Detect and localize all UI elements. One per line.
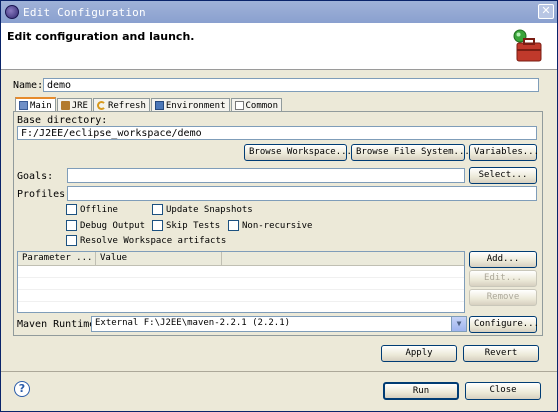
tab-refresh[interactable]: Refresh: [92, 98, 150, 112]
tab-main-label: Main: [30, 100, 52, 111]
environment-tab-icon: [154, 101, 164, 110]
variables-button[interactable]: Variables...: [469, 144, 539, 161]
skip-tests-checkbox-box[interactable]: [152, 220, 163, 231]
resolve-workspace-checkbox-box[interactable]: [66, 235, 77, 246]
offline-checkbox[interactable]: Offline: [66, 204, 118, 215]
resolve-workspace-checkbox[interactable]: Resolve Workspace artifacts: [66, 235, 226, 246]
update-snapshots-label: Update Snapshots: [166, 204, 253, 215]
browse-workspace-button[interactable]: Browse Workspace...: [244, 144, 352, 161]
tab-jre[interactable]: JRE: [56, 98, 92, 112]
edit-parameter-button[interactable]: Edit...: [469, 270, 537, 287]
refresh-tab-icon: [96, 101, 106, 110]
profiles-input[interactable]: [67, 186, 537, 201]
tab-main[interactable]: Main: [15, 97, 56, 112]
table-row[interactable]: [18, 266, 464, 278]
add-parameter-button[interactable]: Add...: [469, 251, 537, 268]
empty-column-header: [222, 252, 464, 265]
jre-tab-icon: [60, 101, 70, 110]
value-column-header[interactable]: Value: [96, 252, 222, 265]
maven-runtime-value: External F:\J2EE\maven-2.2.1 (2.2.1): [95, 318, 291, 328]
revert-button[interactable]: Revert: [463, 345, 539, 362]
non-recursive-checkbox-box[interactable]: [228, 220, 239, 231]
base-directory-label: Base directory:: [17, 115, 108, 126]
debug-output-label: Debug Output: [80, 220, 146, 231]
select-goals-button[interactable]: Select...: [469, 167, 537, 184]
common-tab-icon: [234, 101, 244, 110]
apply-button[interactable]: Apply: [381, 345, 457, 362]
main-tab-icon: [19, 101, 28, 110]
goals-input[interactable]: [67, 168, 465, 183]
footer-divider: [1, 371, 557, 372]
chevron-down-icon[interactable]: ▼: [451, 317, 466, 331]
tab-environment-label: Environment: [165, 100, 226, 111]
base-directory-input[interactable]: F:/J2EE/eclipse_workspace/demo: [17, 126, 537, 140]
skip-tests-label: Skip Tests: [166, 220, 221, 231]
table-row[interactable]: [18, 290, 464, 302]
maven-runtime-select[interactable]: External F:\J2EE\maven-2.2.1 (2.2.1) ▼: [91, 316, 467, 332]
help-icon[interactable]: ?: [14, 381, 30, 397]
toolbox-icon: [513, 29, 542, 62]
tab-environment[interactable]: Environment: [150, 98, 230, 112]
maven-runtime-label: Maven Runtime:: [17, 319, 102, 330]
title-bar[interactable]: Edit Configuration ✕: [1, 1, 557, 23]
goals-label: Goals:: [17, 171, 54, 182]
debug-output-checkbox-box[interactable]: [66, 220, 77, 231]
eclipse-icon: [5, 5, 19, 19]
edit-configuration-dialog: Edit Configuration ✕ Edit configuration …: [0, 0, 558, 412]
browse-file-system-button[interactable]: Browse File System...: [351, 144, 470, 161]
tab-common-label: Common: [245, 100, 279, 111]
skip-tests-checkbox[interactable]: Skip Tests: [152, 220, 220, 231]
banner-heading: Edit configuration and launch.: [7, 30, 195, 43]
remove-parameter-button[interactable]: Remove: [469, 289, 537, 306]
parameter-column-header[interactable]: Parameter ...: [18, 252, 96, 265]
tab-common[interactable]: Common: [230, 98, 283, 112]
tab-jre-label: JRE: [71, 100, 88, 111]
configure-runtime-button[interactable]: Configure...: [469, 316, 539, 333]
profiles-label: Profiles:: [17, 189, 72, 200]
debug-output-checkbox[interactable]: Debug Output: [66, 220, 145, 231]
update-snapshots-checkbox-box[interactable]: [152, 204, 163, 215]
parameters-table[interactable]: Parameter ... Value: [17, 251, 465, 313]
parameters-table-header: Parameter ... Value: [18, 252, 464, 266]
offline-checkbox-box[interactable]: [66, 204, 77, 215]
close-window-button[interactable]: ✕: [538, 4, 554, 19]
tab-bar: Main JRE Refresh Environment Common: [15, 97, 283, 112]
name-label: Name:: [13, 80, 44, 91]
update-snapshots-checkbox[interactable]: Update Snapshots: [152, 204, 253, 215]
resolve-workspace-label: Resolve Workspace artifacts: [80, 235, 227, 246]
window-title: Edit Configuration: [23, 5, 146, 19]
non-recursive-label: Non-recursive: [242, 220, 313, 231]
non-recursive-checkbox[interactable]: Non-recursive: [228, 220, 312, 231]
close-button[interactable]: Close: [465, 382, 541, 400]
tab-refresh-label: Refresh: [107, 100, 146, 111]
offline-label: Offline: [80, 204, 118, 215]
banner: Edit configuration and launch.: [1, 23, 557, 70]
name-input[interactable]: demo: [43, 78, 539, 92]
table-row[interactable]: [18, 278, 464, 290]
run-button[interactable]: Run: [383, 382, 459, 400]
